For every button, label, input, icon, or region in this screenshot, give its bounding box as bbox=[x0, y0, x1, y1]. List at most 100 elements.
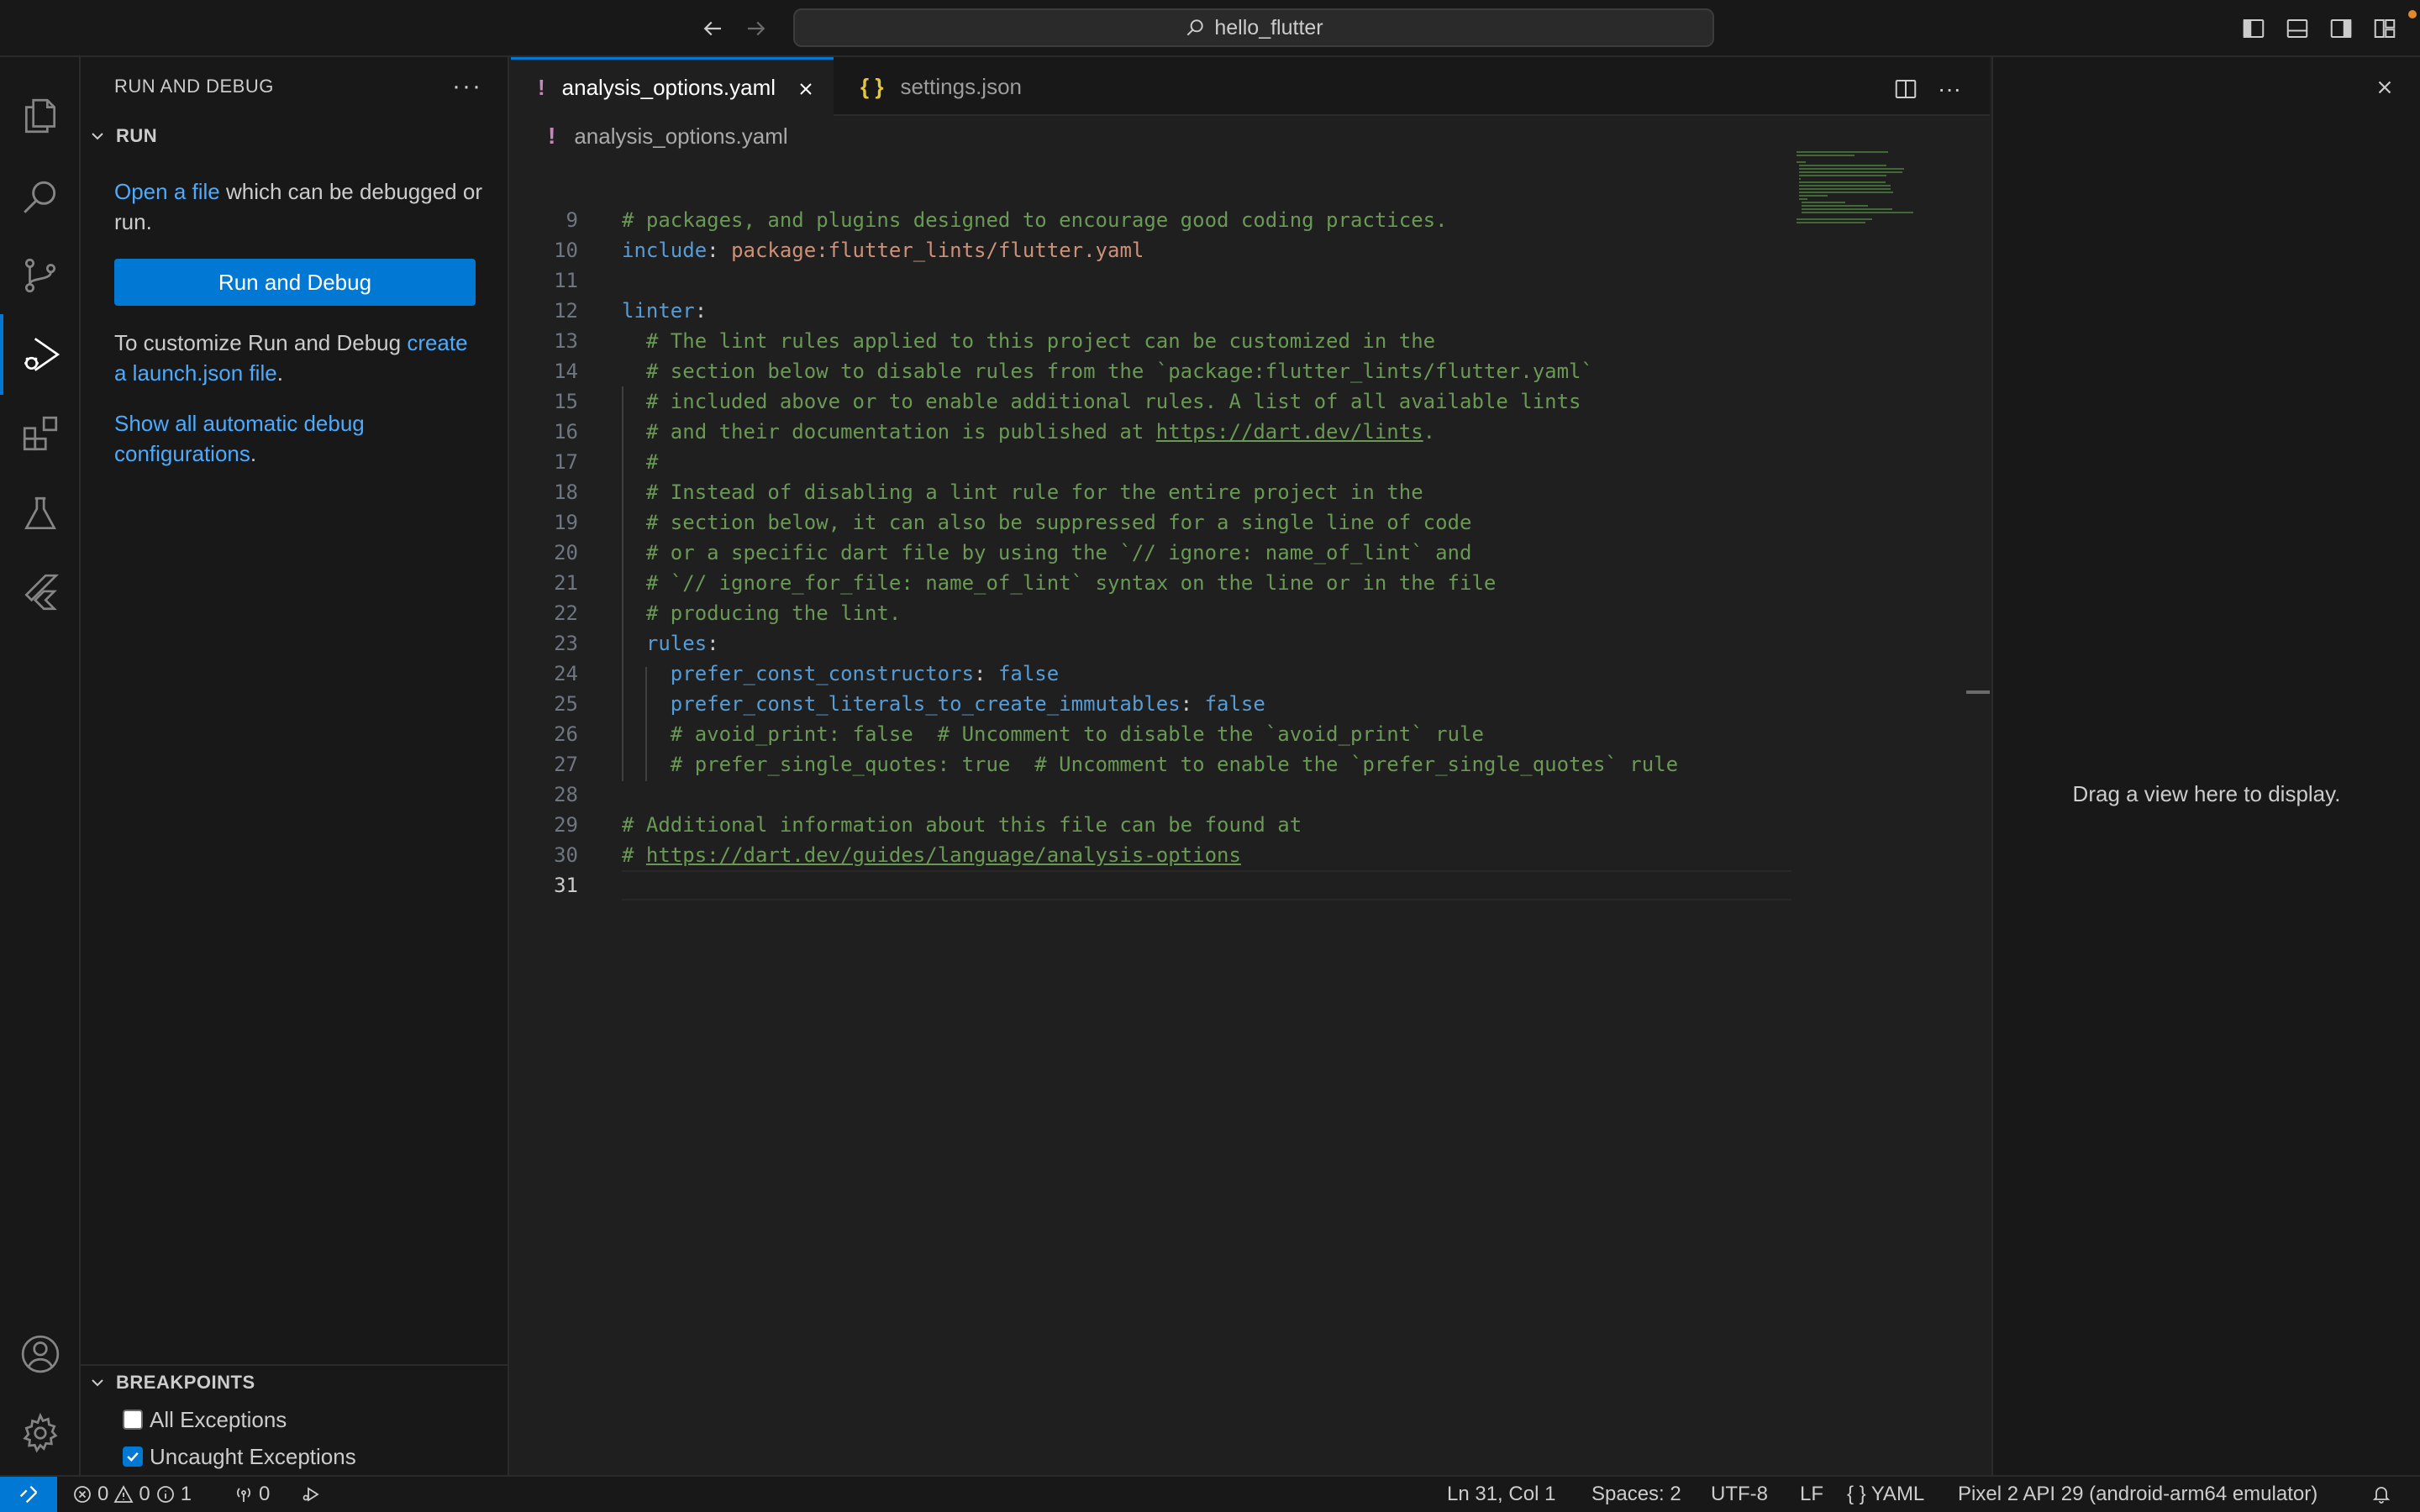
code-line[interactable]: 27 # prefer_single_quotes: true # Uncomm… bbox=[511, 749, 1788, 780]
split-editor-icon[interactable] bbox=[1891, 74, 1921, 104]
code-line[interactable]: 18 # Instead of disabling a lint rule fo… bbox=[511, 477, 1788, 507]
breakpoint-all-exceptions[interactable]: All Exceptions bbox=[123, 1403, 287, 1436]
status-bar: 0 0 1 0 Ln 31, Col 1 Spaces: 2 UTF-8 LF … bbox=[0, 1475, 2420, 1512]
run-and-debug-icon[interactable] bbox=[0, 314, 81, 395]
chevron-down-icon bbox=[92, 1379, 103, 1387]
all-exceptions-checkbox[interactable] bbox=[123, 1410, 143, 1430]
remote-indicator[interactable] bbox=[0, 1477, 57, 1512]
show-all-configs-text: Show all automatic debug configurations. bbox=[114, 408, 484, 469]
show-all-configurations-link[interactable]: Show all automatic debug configurations bbox=[114, 411, 365, 466]
device-selector[interactable]: Pixel 2 API 29 (android-arm64 emulator) bbox=[1958, 1477, 2317, 1512]
toggle-panel-icon[interactable] bbox=[2282, 13, 2312, 44]
code-line[interactable]: 28 bbox=[511, 780, 1788, 810]
open-file-text: Open a file which can be debugged or run… bbox=[114, 176, 484, 237]
language-mode[interactable]: { } YAML bbox=[1847, 1477, 1924, 1512]
checkmark-icon bbox=[127, 1452, 139, 1462]
extensions-icon[interactable] bbox=[0, 393, 81, 474]
tab-analysis-options[interactable]: ! analysis_options.yaml bbox=[511, 57, 834, 116]
code-token: # bbox=[622, 450, 659, 474]
run-and-debug-button[interactable]: Run and Debug bbox=[114, 259, 476, 306]
code-token: # prefer_single_quotes: true # Uncomment… bbox=[622, 753, 1679, 776]
code-token: linter bbox=[622, 299, 695, 323]
back-arrow-icon[interactable] bbox=[696, 12, 729, 45]
flutter-icon[interactable] bbox=[0, 553, 81, 633]
braces-icon: { } bbox=[1847, 1483, 1866, 1505]
line-number: 18 bbox=[554, 480, 578, 504]
line-number: 31 bbox=[554, 874, 578, 897]
code-line[interactable]: 31 bbox=[511, 870, 1788, 900]
code-line[interactable]: 15 # included above or to enable additio… bbox=[511, 386, 1788, 417]
notifications-bell-icon[interactable] bbox=[2371, 1477, 2391, 1512]
error-count: 0 bbox=[97, 1483, 109, 1505]
code-token: # `// ignore_for_file: name_of_lint` syn… bbox=[622, 571, 1497, 595]
run-section-header[interactable]: RUN bbox=[81, 119, 508, 153]
minimap-line bbox=[1799, 192, 1894, 193]
code-line[interactable]: 10 include: package:flutter_lints/flutter… bbox=[511, 235, 1788, 265]
line-number: 17 bbox=[554, 450, 578, 474]
code-line[interactable]: 16 # and their documentation is publishe… bbox=[511, 417, 1788, 447]
source-control-icon[interactable] bbox=[0, 235, 81, 316]
forward-arrow-icon[interactable] bbox=[739, 12, 773, 45]
code-line[interactable]: 26 # avoid_print: false # Uncomment to d… bbox=[511, 719, 1788, 749]
secondary-sidebar: Drag a view here to display. bbox=[1991, 57, 2420, 1475]
broadcast-icon bbox=[237, 1488, 250, 1502]
code-line[interactable]: 23 rules: bbox=[511, 628, 1788, 659]
code-line[interactable]: 22 # producing the lint. bbox=[511, 598, 1788, 628]
code-line[interactable]: 13 # The lint rules applied to this proj… bbox=[511, 326, 1788, 356]
code-token: # producing the lint. bbox=[622, 601, 902, 625]
close-icon[interactable] bbox=[2370, 72, 2400, 102]
open-file-link[interactable]: Open a file bbox=[114, 179, 220, 204]
code-line[interactable]: 17 # bbox=[511, 447, 1788, 477]
testing-icon[interactable] bbox=[0, 474, 81, 554]
period: . bbox=[250, 441, 257, 466]
more-actions-icon[interactable]: ··· bbox=[452, 72, 482, 101]
line-content: # Instead of disabling a lint rule for t… bbox=[622, 477, 1423, 507]
cursor-position[interactable]: Ln 31, Col 1 bbox=[1447, 1477, 1555, 1512]
ports-indicator[interactable]: 0 bbox=[234, 1477, 270, 1512]
line-number: 15 bbox=[554, 390, 578, 413]
code-line[interactable]: 30 # https://dart.dev/guides/language/ana… bbox=[511, 840, 1788, 870]
code-line[interactable]: 19 # section below, it can also be suppr… bbox=[511, 507, 1788, 538]
customize-layout-icon[interactable] bbox=[2370, 13, 2400, 44]
minimap[interactable] bbox=[1790, 151, 1991, 1475]
search-icon[interactable] bbox=[0, 156, 81, 237]
editor-more-actions-icon[interactable]: ··· bbox=[1934, 74, 1965, 104]
encoding[interactable]: UTF-8 bbox=[1711, 1477, 1768, 1512]
minimap-line bbox=[1799, 165, 1887, 166]
manage-gear-icon[interactable] bbox=[0, 1393, 81, 1473]
minimap-line bbox=[1797, 218, 1872, 220]
code-line[interactable]: 9 # packages, and plugins designed to enc… bbox=[511, 205, 1788, 235]
code-line[interactable]: 20 # or a specific dart file by using th… bbox=[511, 538, 1788, 568]
code-line[interactable]: 12 linter: bbox=[511, 296, 1788, 326]
code-line[interactable]: 21 # `// ignore_for_file: name_of_lint` … bbox=[511, 568, 1788, 598]
toggle-secondary-sidebar-icon[interactable] bbox=[2326, 13, 2356, 44]
indentation[interactable]: Spaces: 2 bbox=[1591, 1477, 1681, 1512]
scrollbar-marker[interactable] bbox=[1966, 690, 1990, 694]
close-tab-icon[interactable] bbox=[793, 76, 818, 102]
code-line[interactable]: 25 prefer_const_literals_to_create_immut… bbox=[511, 689, 1788, 719]
end-of-line[interactable]: LF bbox=[1800, 1477, 1823, 1512]
code-token: # section below, it can also be suppress… bbox=[622, 511, 1472, 534]
code-token: # or a specific dart file by using the `… bbox=[622, 541, 1472, 564]
breakpoint-label: Uncaught Exceptions bbox=[150, 1443, 356, 1469]
code-token: # Instead of disabling a lint rule for t… bbox=[622, 480, 1423, 504]
breakpoints-section-header[interactable]: BREAKPOINTS bbox=[81, 1366, 508, 1399]
uncaught-exceptions-checkbox[interactable] bbox=[123, 1446, 143, 1467]
explorer-icon[interactable] bbox=[0, 76, 81, 156]
warning-count: 0 bbox=[139, 1483, 150, 1505]
tab-settings-json[interactable]: { } settings.json bbox=[834, 57, 1071, 116]
line-number: 26 bbox=[554, 722, 578, 746]
command-center-search[interactable]: hello_flutter bbox=[793, 8, 1714, 47]
ports-count: 0 bbox=[259, 1483, 271, 1505]
debug-launch-indicator[interactable] bbox=[301, 1477, 321, 1512]
breakpoint-uncaught-exceptions[interactable]: Uncaught Exceptions bbox=[123, 1440, 356, 1473]
code-line[interactable]: 29 # Additional information about this fi… bbox=[511, 810, 1788, 840]
problems-indicator[interactable]: 0 0 1 bbox=[72, 1477, 192, 1512]
code-line[interactable]: 11 bbox=[511, 265, 1788, 296]
breadcrumb[interactable]: ! analysis_options.yaml bbox=[548, 121, 788, 151]
accounts-icon[interactable] bbox=[0, 1314, 81, 1394]
code-line[interactable]: 14 # section below to disable rules from… bbox=[511, 356, 1788, 386]
toggle-primary-sidebar-icon[interactable] bbox=[2238, 13, 2269, 44]
breakpoints-section-label: BREAKPOINTS bbox=[116, 1372, 255, 1393]
code-line[interactable]: 24 prefer_const_constructors: false bbox=[511, 659, 1788, 689]
